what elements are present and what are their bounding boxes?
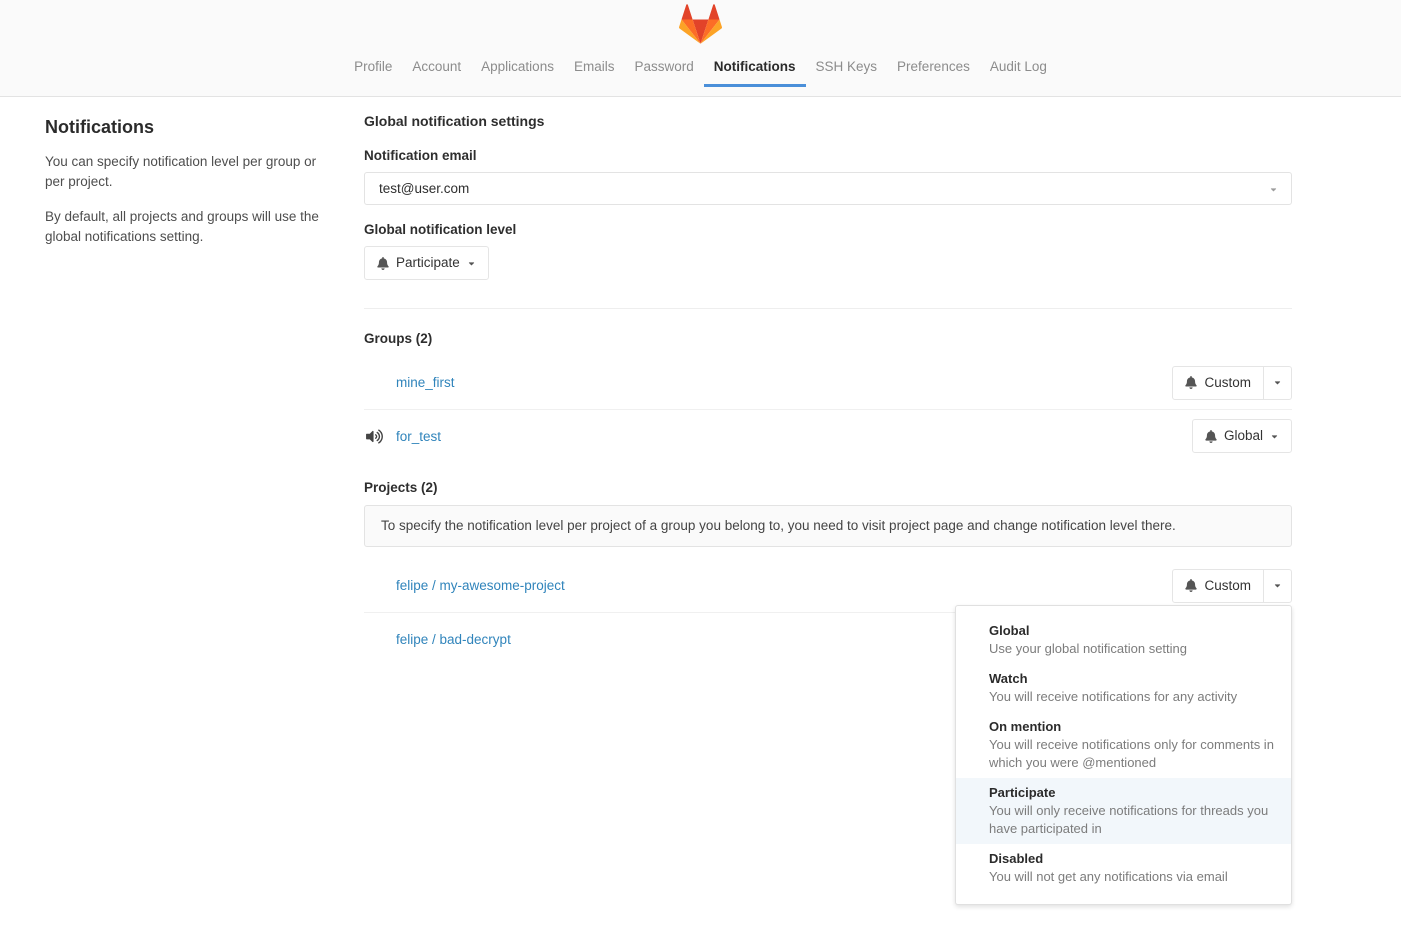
group-level-split-button: Custom — [1172, 366, 1292, 400]
tab-preferences[interactable]: Preferences — [887, 50, 980, 87]
dropdown-item-title: Participate — [989, 784, 1275, 802]
global-notification-level-label: Global notification level — [364, 222, 1292, 237]
dropdown-item-title: Global — [989, 622, 1275, 640]
tab-ssh-keys[interactable]: SSH Keys — [806, 50, 888, 87]
tab-audit-log[interactable]: Audit Log — [980, 50, 1057, 87]
global-level-value: Participate — [396, 254, 460, 272]
group-level-caret-mine-first[interactable] — [1263, 366, 1292, 400]
tab-notifications[interactable]: Notifications — [704, 50, 806, 87]
caret-down-icon — [467, 259, 476, 268]
notification-email-value: test@user.com — [379, 181, 469, 196]
volume-up-icon — [366, 429, 383, 444]
gitlab-logo-icon[interactable] — [679, 4, 722, 44]
group-level-value: Custom — [1204, 374, 1251, 392]
project-link-my-awesome-project[interactable]: felipe / my-awesome-project — [396, 578, 565, 593]
dropdown-item-title: On mention — [989, 718, 1275, 736]
tab-password[interactable]: Password — [624, 50, 703, 87]
group-row-for-test: for_test Global — [364, 409, 1292, 462]
dropdown-item-desc: You will not get any notifications via e… — [989, 868, 1275, 886]
caret-down-icon — [1270, 432, 1279, 441]
tab-emails[interactable]: Emails — [564, 50, 625, 87]
notification-email-label: Notification email — [364, 148, 1292, 163]
bell-icon — [1205, 430, 1217, 443]
bell-icon — [1185, 579, 1197, 592]
global-settings-title: Global notification settings — [364, 113, 1292, 129]
group-link-for-test[interactable]: for_test — [396, 429, 441, 444]
global-level-button[interactable]: Participate — [364, 246, 489, 280]
group-level-value: Global — [1224, 427, 1263, 445]
project-level-value: Custom — [1204, 577, 1251, 595]
projects-notice: To specify the notification level per pr… — [364, 505, 1292, 547]
group-link-mine-first[interactable]: mine_first — [396, 375, 455, 390]
dropdown-item-participate[interactable]: Participate You will only receive notifi… — [956, 778, 1291, 844]
notification-level-dropdown: Global Use your global notification sett… — [955, 605, 1292, 905]
group-level-button-mine-first[interactable]: Custom — [1172, 366, 1264, 400]
project-row-my-awesome-project: felipe / my-awesome-project Custom — [364, 559, 1292, 612]
tab-profile[interactable]: Profile — [344, 50, 402, 87]
dropdown-item-watch[interactable]: Watch You will receive notifications for… — [956, 664, 1291, 712]
dropdown-item-global[interactable]: Global Use your global notification sett… — [956, 616, 1291, 664]
project-level-button-my-awesome-project[interactable]: Custom — [1172, 569, 1264, 603]
dropdown-item-desc: You will only receive notifications for … — [989, 802, 1275, 838]
group-row-mine-first: mine_first Custom — [364, 356, 1292, 409]
caret-down-icon — [1269, 185, 1278, 194]
page-title: Notifications — [45, 117, 336, 138]
dropdown-item-title: Disabled — [989, 850, 1275, 868]
project-level-caret-my-awesome-project[interactable] — [1263, 569, 1292, 603]
notification-email-select[interactable]: test@user.com — [364, 172, 1292, 205]
caret-down-icon — [1273, 581, 1282, 590]
groups-title: Groups (2) — [364, 331, 1292, 346]
dropdown-item-desc: Use your global notification setting — [989, 640, 1275, 658]
dropdown-item-title: Watch — [989, 670, 1275, 688]
sidebar: Notifications You can specify notificati… — [45, 109, 364, 665]
groups-list: mine_first Custom — [364, 356, 1292, 462]
project-level-split-button: Custom — [1172, 569, 1292, 603]
caret-down-icon — [1273, 378, 1282, 387]
sidebar-description-1: You can specify notification level per g… — [45, 152, 336, 193]
tab-applications[interactable]: Applications — [471, 50, 564, 87]
profile-nav-tabs: Profile Account Applications Emails Pass… — [0, 50, 1401, 87]
notification-settings-panel: Global notification settings Notificatio… — [364, 109, 1292, 665]
sidebar-description-2: By default, all projects and groups will… — [45, 207, 336, 248]
dropdown-item-desc: You will receive notifications only for … — [989, 736, 1275, 772]
projects-list: felipe / my-awesome-project Custom — [364, 559, 1292, 665]
projects-title: Projects (2) — [364, 480, 1292, 495]
bell-icon — [377, 257, 389, 270]
section-divider — [364, 308, 1292, 309]
profile-settings-header: Profile Account Applications Emails Pass… — [0, 0, 1401, 97]
dropdown-item-desc: You will receive notifications for any a… — [989, 688, 1275, 706]
group-level-button-for-test[interactable]: Global — [1192, 419, 1292, 453]
dropdown-item-on-mention[interactable]: On mention You will receive notification… — [956, 712, 1291, 778]
dropdown-item-disabled[interactable]: Disabled You will not get any notificati… — [956, 844, 1291, 892]
project-link-bad-decrypt[interactable]: felipe / bad-decrypt — [396, 632, 511, 647]
tab-account[interactable]: Account — [402, 50, 471, 87]
bell-icon — [1185, 376, 1197, 389]
